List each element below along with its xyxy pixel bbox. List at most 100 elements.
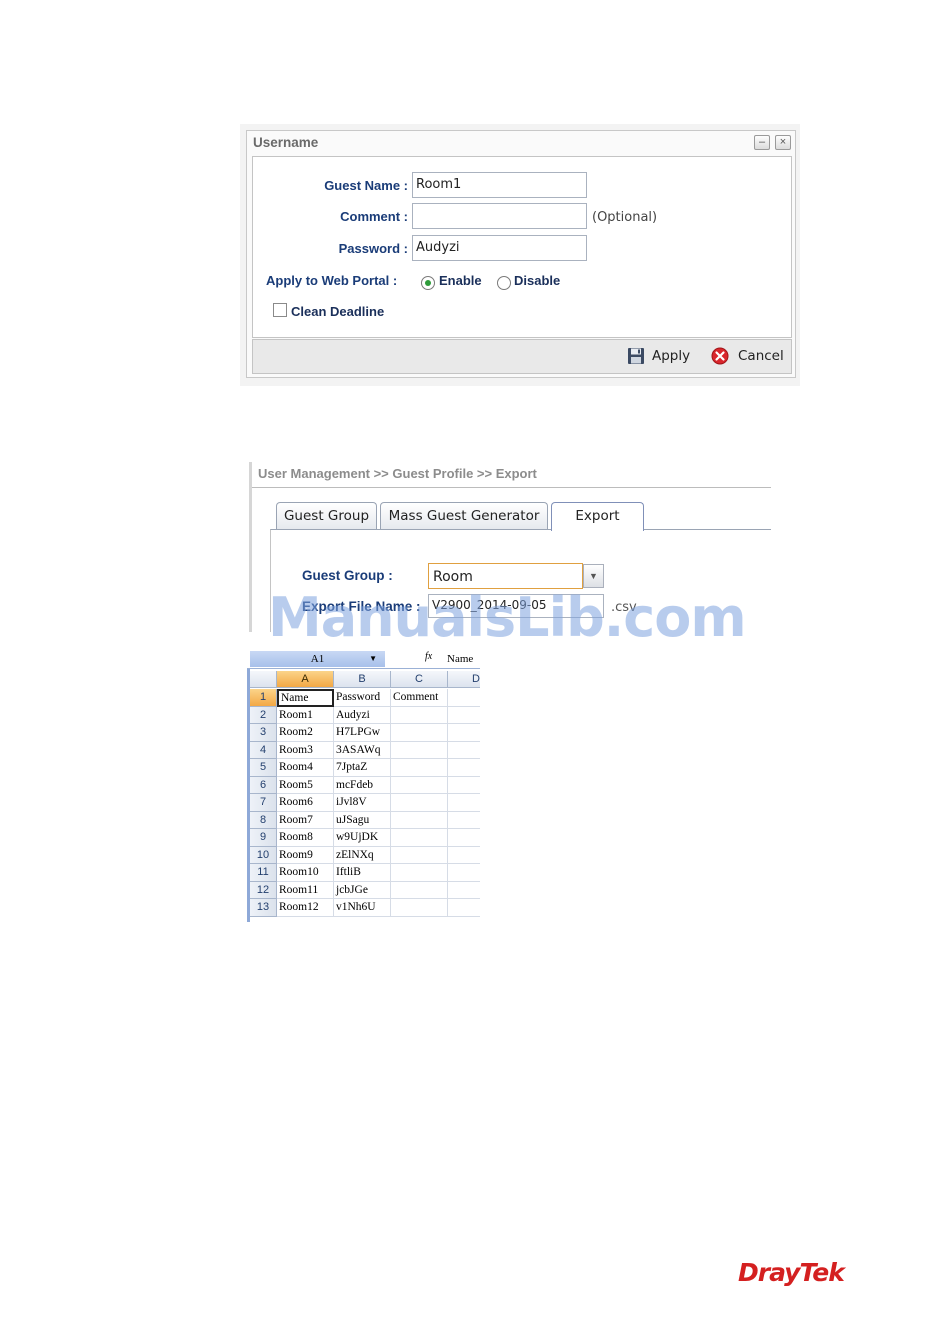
cell-name[interactable]: Room10 <box>277 864 334 882</box>
tab-guest-group[interactable]: Guest Group <box>276 502 377 529</box>
cell-empty[interactable] <box>448 794 480 812</box>
disable-radio[interactable] <box>497 276 511 290</box>
row-header[interactable]: 12 <box>250 881 277 899</box>
password-input[interactable]: Audyzi <box>412 235 587 261</box>
cell-comment[interactable]: Comment <box>391 689 448 707</box>
cancel-button[interactable]: Cancel <box>738 348 784 364</box>
cell-empty[interactable] <box>448 882 480 899</box>
cell-empty[interactable] <box>448 777 480 794</box>
dialog-footer: Apply Cancel <box>252 339 792 374</box>
row-header[interactable]: 10 <box>250 846 277 864</box>
cell-comment[interactable] <box>391 724 448 742</box>
cell-name[interactable]: Room5 <box>277 776 334 794</box>
row-header[interactable]: 4 <box>250 741 277 759</box>
cell-name[interactable]: Name <box>277 689 334 707</box>
cell-comment[interactable] <box>391 811 448 829</box>
save-icon <box>628 348 644 364</box>
cell-password[interactable]: IftliB <box>334 864 391 882</box>
cell-comment[interactable] <box>391 776 448 794</box>
cell-comment[interactable] <box>391 829 448 847</box>
column-header-c[interactable]: C <box>391 671 448 688</box>
cell-name[interactable]: Room4 <box>277 759 334 777</box>
breadcrumb-divider <box>252 487 771 488</box>
close-icon[interactable]: × <box>775 135 791 150</box>
cell-empty[interactable] <box>448 689 480 707</box>
guest-name-input[interactable]: Room1 <box>412 172 587 198</box>
cell-empty[interactable] <box>448 724 480 742</box>
row-header[interactable]: 7 <box>250 794 277 812</box>
cell-name[interactable]: Room9 <box>277 846 334 864</box>
cell-password[interactable]: Audyzi <box>334 706 391 724</box>
cell-name[interactable]: Room11 <box>277 881 334 899</box>
name-box-dropdown-icon[interactable]: ▼ <box>369 651 377 667</box>
column-header-b[interactable]: B <box>334 671 391 688</box>
cell-password[interactable]: 3ASAWq <box>334 741 391 759</box>
cell-password[interactable]: Password <box>334 689 391 707</box>
cell-password[interactable]: jcbJGe <box>334 881 391 899</box>
cell-comment[interactable] <box>391 794 448 812</box>
cell-name[interactable]: Room6 <box>277 794 334 812</box>
web-portal-label: Apply to Web Portal : <box>266 273 398 288</box>
row-header[interactable]: 13 <box>250 899 277 917</box>
cell-empty[interactable] <box>448 759 480 777</box>
cell-comment[interactable] <box>391 706 448 724</box>
column-header-d[interactable]: D <box>448 671 480 688</box>
cell-empty[interactable] <box>448 864 480 882</box>
corner-select-all[interactable] <box>250 671 277 688</box>
clean-deadline-checkbox[interactable] <box>273 303 287 317</box>
row-header[interactable]: 3 <box>250 724 277 742</box>
chevron-down-icon[interactable]: ▼ <box>583 564 604 588</box>
apply-button[interactable]: Apply <box>652 348 690 364</box>
row-header[interactable]: 1 <box>250 689 277 707</box>
row-header[interactable]: 2 <box>250 706 277 724</box>
row-header[interactable]: 8 <box>250 811 277 829</box>
formula-bar: A1 ▼ fx Name <box>247 648 480 669</box>
cell-comment[interactable] <box>391 864 448 882</box>
row-header[interactable]: 6 <box>250 776 277 794</box>
cell-empty[interactable] <box>448 829 480 847</box>
cell-password[interactable]: iJvl8V <box>334 794 391 812</box>
cell-password[interactable]: uJSagu <box>334 811 391 829</box>
fx-icon[interactable]: fx <box>425 651 432 662</box>
guest-name-label: Guest Name : <box>324 178 408 193</box>
name-box[interactable]: A1 ▼ <box>250 651 385 667</box>
cell-name[interactable]: Room2 <box>277 724 334 742</box>
cell-empty[interactable] <box>448 847 480 864</box>
cell-empty[interactable] <box>448 742 480 759</box>
cell-comment[interactable] <box>391 846 448 864</box>
cell-password[interactable]: mcFdeb <box>334 776 391 794</box>
cancel-icon <box>711 347 729 365</box>
cell-comment[interactable] <box>391 899 448 917</box>
cell-empty[interactable] <box>448 707 480 724</box>
comment-label: Comment : <box>340 209 408 224</box>
cell-comment[interactable] <box>391 881 448 899</box>
cell-name[interactable]: Room3 <box>277 741 334 759</box>
minimize-icon[interactable]: – <box>754 135 770 150</box>
cell-name[interactable]: Room7 <box>277 811 334 829</box>
cell-name[interactable]: Room1 <box>277 706 334 724</box>
cell-empty[interactable] <box>448 899 480 917</box>
cell-password[interactable]: 7JptaZ <box>334 759 391 777</box>
row-header[interactable]: 11 <box>250 864 277 882</box>
draytek-logo: DrayTek <box>738 1258 845 1287</box>
cell-comment[interactable] <box>391 759 448 777</box>
row-header[interactable]: 9 <box>250 829 277 847</box>
row-header[interactable]: 5 <box>250 759 277 777</box>
enable-radio[interactable] <box>421 276 435 290</box>
formula-value[interactable]: Name <box>447 653 473 665</box>
cell-name[interactable]: Room8 <box>277 829 334 847</box>
cell-password[interactable]: w9UjDK <box>334 829 391 847</box>
cell-password[interactable]: zElNXq <box>334 846 391 864</box>
cell-password[interactable]: H7LPGw <box>334 724 391 742</box>
cell-comment[interactable] <box>391 741 448 759</box>
tab-mass-guest-generator[interactable]: Mass Guest Generator <box>380 502 548 529</box>
cell-name[interactable]: Room12 <box>277 899 334 917</box>
tab-export[interactable]: Export <box>551 502 644 531</box>
password-label: Password : <box>338 241 408 256</box>
enable-label: Enable <box>439 273 482 288</box>
comment-input[interactable] <box>412 203 587 229</box>
cell-empty[interactable] <box>448 812 480 829</box>
spreadsheet: A1 ▼ fx Name A B C D 1 Name Password Commen… <box>247 648 480 922</box>
column-header-a[interactable]: A <box>277 671 334 688</box>
cell-password[interactable]: v1Nh6U <box>334 899 391 917</box>
